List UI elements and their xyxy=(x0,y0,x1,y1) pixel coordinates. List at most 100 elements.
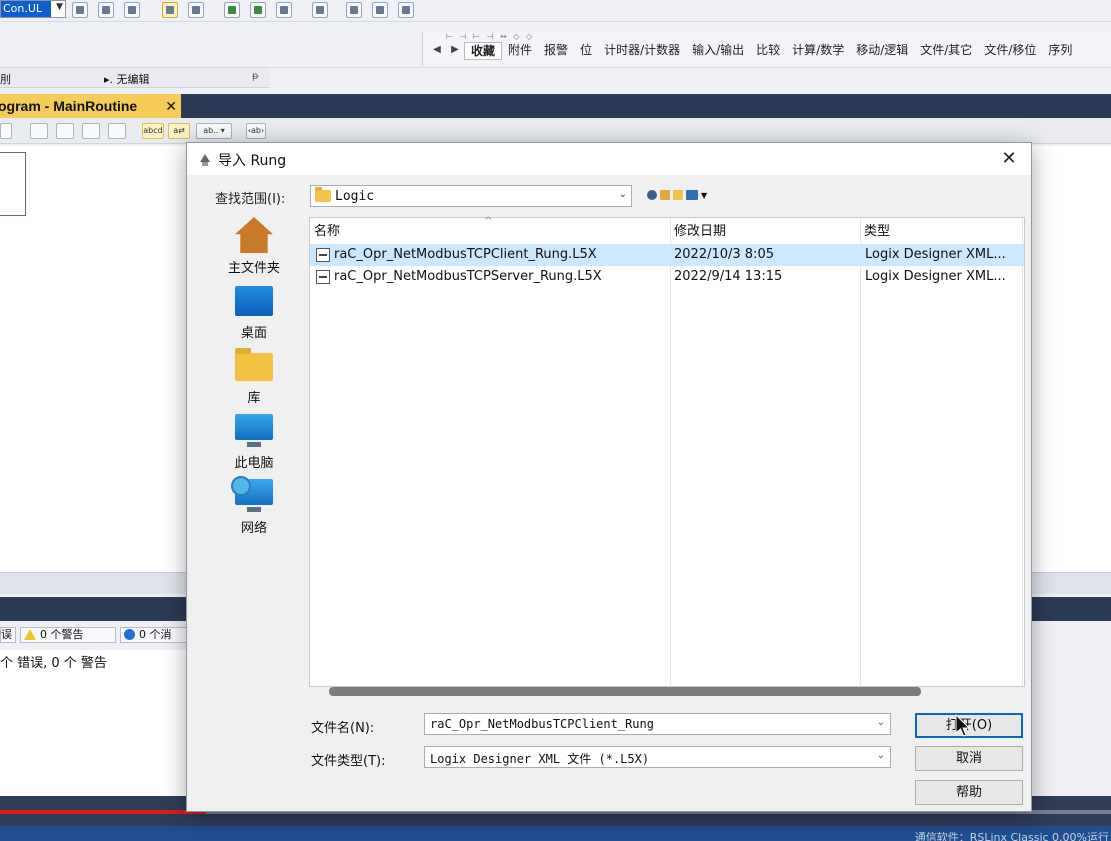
network-icon xyxy=(231,476,273,512)
file-type: Logix Designer XML... xyxy=(865,247,1006,262)
mouse-pointer-icon xyxy=(955,714,971,737)
tab-addon[interactable]: 附件 xyxy=(502,42,538,60)
tab-move-logical[interactable]: 移动/逻辑 xyxy=(850,42,914,60)
file-row[interactable]: raC_Opr_NetModbusTCPClient_Rung.L5X 2022… xyxy=(310,244,1024,266)
chevron-down-icon[interactable]: ▼ xyxy=(56,2,63,12)
chevron-down-icon[interactable]: ⌄ xyxy=(619,189,627,200)
chevron-down-icon[interactable]: ⌄ xyxy=(877,750,885,761)
security-icon[interactable] xyxy=(312,2,328,18)
library-icon xyxy=(235,348,273,381)
column-divider[interactable] xyxy=(670,218,671,688)
project-combo-value: Con.UL xyxy=(1,1,51,17)
computer-icon xyxy=(235,414,273,447)
errors-chip-label: 误 xyxy=(1,628,12,641)
close-icon[interactable]: ✕ xyxy=(165,94,177,118)
tab-timer-counter[interactable]: 计时器/计数器 xyxy=(598,42,686,60)
tab-compute-math[interactable]: 计算/数学 xyxy=(786,42,850,60)
rung-outline xyxy=(0,152,26,216)
verify-routine-icon[interactable] xyxy=(224,2,240,18)
tab-bit[interactable]: 位 xyxy=(574,42,598,60)
cancel-button[interactable]: 取消 xyxy=(915,746,1023,771)
abc-icon[interactable]: abcd xyxy=(142,123,164,139)
file-row[interactable]: raC_Opr_NetModbusTCPServer_Rung.L5X 2022… xyxy=(310,266,1024,288)
logical-organizer-icon[interactable] xyxy=(188,2,204,18)
video-progress-bar[interactable] xyxy=(0,810,206,814)
column-header-type[interactable]: 类型 xyxy=(860,218,1020,244)
horizontal-scrollbar[interactable] xyxy=(329,687,921,696)
help-button[interactable]: 帮助 xyxy=(915,780,1023,805)
file-list[interactable]: 名称 ^ 修改日期 类型 raC_Opr_NetModbusTCPClient_… xyxy=(309,216,1025,688)
verify-controller-icon[interactable] xyxy=(250,2,266,18)
errors-toolbar: 误 0 个警告 0 个消 xyxy=(0,625,190,647)
scroll-right-icon[interactable]: ▶ xyxy=(446,42,464,60)
tab-compare[interactable]: 比较 xyxy=(750,42,786,60)
file-type-select[interactable]: Logix Designer XML 文件 (*.L5X) ⌄ xyxy=(424,746,891,768)
l5x-file-icon xyxy=(316,248,330,262)
tab-alarms[interactable]: 报警 xyxy=(538,42,574,60)
file-name-value: raC_Opr_NetModbusTCPClient_Rung xyxy=(430,717,654,731)
home-icon xyxy=(235,217,273,253)
up-folder-icon[interactable] xyxy=(660,190,670,200)
go-offline-icon[interactable] xyxy=(98,2,114,18)
file-date: 2022/10/3 8:05 xyxy=(674,247,774,262)
file-name-input[interactable]: raC_Opr_NetModbusTCPClient_Rung ⌄ xyxy=(424,713,891,735)
controller-organizer-icon[interactable] xyxy=(162,2,178,18)
tab-input-output[interactable]: 输入/输出 xyxy=(686,42,750,60)
instruction-tabs: ◀ ▶ 收藏 附件 报警 位 计时器/计数器 输入/输出 比较 计算/数学 移动… xyxy=(428,42,1078,60)
pin-icon[interactable]: ᵽ xyxy=(252,71,259,82)
coil-icon[interactable] xyxy=(82,123,100,139)
errors-filter-chip[interactable]: 误 xyxy=(0,627,16,643)
go-online-icon[interactable] xyxy=(72,2,88,18)
zoom-icon[interactable]: ab.. ▾ xyxy=(196,123,232,139)
tab-file-misc[interactable]: 文件/其它 xyxy=(914,42,978,60)
place-desktop[interactable]: 桌面 xyxy=(207,280,301,342)
new-folder-icon[interactable] xyxy=(673,190,683,200)
instruction-icon[interactable] xyxy=(108,123,126,139)
scroll-left-icon[interactable]: ◀ xyxy=(428,42,446,60)
place-library[interactable]: 库 xyxy=(207,345,301,407)
warnings-filter-chip[interactable]: 0 个警告 xyxy=(20,627,116,643)
place-label: 主文件夹 xyxy=(227,261,280,276)
place-network[interactable]: 网络 xyxy=(207,475,301,537)
place-label: 此电脑 xyxy=(234,456,274,471)
back-icon[interactable] xyxy=(647,190,657,200)
search-icon[interactable] xyxy=(124,2,140,18)
chevron-down-icon[interactable]: ⌄ xyxy=(877,717,885,728)
routine-tab-title: ogram - MainRoutine xyxy=(0,98,138,114)
project-combo[interactable]: Con.UL ▼ xyxy=(0,0,66,18)
lock-icon[interactable] xyxy=(346,2,362,18)
close-icon[interactable]: ✕ xyxy=(997,147,1021,171)
contact-icon[interactable] xyxy=(56,123,74,139)
unlock-icon[interactable] xyxy=(398,2,414,18)
chevron-down-icon[interactable]: ▼ xyxy=(701,191,707,200)
sort-ascending-icon: ^ xyxy=(484,216,493,227)
place-this-pc[interactable]: 此电脑 xyxy=(207,410,301,472)
routine-tab[interactable]: ogram - MainRoutine ✕ xyxy=(0,94,181,118)
branch-icon[interactable] xyxy=(30,123,48,139)
panel-label: 刖 xyxy=(0,73,11,86)
tab-sequencer[interactable]: 序列 xyxy=(1042,42,1078,60)
tab-file-shift[interactable]: 文件/移位 xyxy=(978,42,1042,60)
warning-icon xyxy=(24,629,36,640)
toggle-icon[interactable]: a⇄ xyxy=(168,123,190,139)
lock-edit-icon[interactable] xyxy=(372,2,388,18)
place-label: 网络 xyxy=(240,521,267,536)
tab-favorites[interactable]: 收藏 xyxy=(464,42,503,60)
look-in-combo[interactable]: Logic ⌄ xyxy=(310,185,632,207)
column-divider[interactable] xyxy=(860,218,861,688)
build-icon[interactable] xyxy=(276,2,292,18)
import-icon xyxy=(200,154,210,166)
place-label: 桌面 xyxy=(240,326,267,341)
view-menu-icon[interactable] xyxy=(686,190,698,200)
ab-icon[interactable]: ‹ab› xyxy=(246,123,266,139)
status-text: 通信软件：RSLinx Classic 0.00%运行 xyxy=(914,831,1109,841)
look-in-label: 查找范围(I): xyxy=(215,192,286,207)
desktop-icon xyxy=(235,286,273,316)
column-header-date[interactable]: 修改日期 xyxy=(670,218,860,244)
column-divider[interactable] xyxy=(1022,218,1023,688)
rung-icon[interactable] xyxy=(0,123,12,139)
info-chip-label: 0 个消 xyxy=(139,628,172,641)
file-type-value: Logix Designer XML 文件 (*.L5X) xyxy=(430,752,650,766)
info-filter-chip[interactable]: 0 个消 xyxy=(120,627,190,643)
place-home[interactable]: 主文件夹 xyxy=(207,215,301,277)
